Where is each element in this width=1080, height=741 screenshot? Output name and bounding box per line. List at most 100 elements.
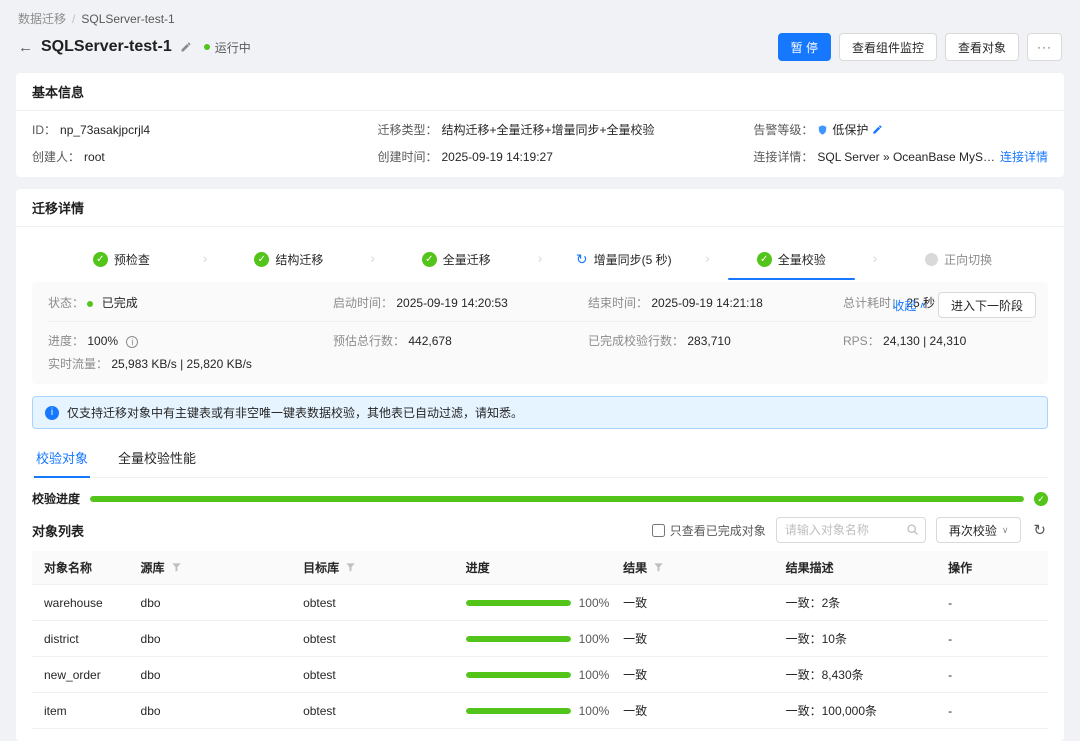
chevron-right-icon: › [703, 251, 712, 266]
step-schema-migration[interactable]: ✓ 结构迁移 [209, 251, 368, 280]
cell-action: - [936, 585, 1048, 621]
cell-object-name: warehouse [32, 585, 129, 621]
cell-result: 一致 [611, 657, 774, 693]
breadcrumb-separator: / [72, 12, 75, 26]
filter-icon[interactable] [171, 562, 182, 573]
breadcrumb: 数据迁移/SQLServer-test-1 [0, 0, 1080, 33]
field-connection: 连接详情 SQL Server » OceanBase MySQL M... 连… [753, 148, 1048, 165]
step-full-migration[interactable]: ✓ 全量迁移 [377, 251, 536, 280]
cell-source-db: dbo [129, 693, 292, 729]
breadcrumb-parent[interactable]: 数据迁移 [18, 12, 66, 26]
page-header: ← SQLServer-test-1 运行中 暂 停 查看组件监控 查看对象 ·… [0, 33, 1080, 73]
back-icon[interactable]: ← [18, 39, 33, 56]
cell-result-desc: 一致：100,000条 [774, 693, 937, 729]
col-result-desc: 结果描述 [774, 551, 937, 585]
object-list-header: 对象列表 只查看已完成对象 再次校验 ∨ ↻ [32, 517, 1048, 543]
refresh-button[interactable]: ↻ [1031, 523, 1048, 538]
table-row[interactable]: new_order dbo obtest 100% 一致 一致：8,430条 - [32, 657, 1048, 693]
tab-verify-objects[interactable]: 校验对象 [34, 439, 90, 478]
cell-source-db: dbo [129, 621, 292, 657]
completed-only-filter[interactable]: 只查看已完成对象 [652, 522, 766, 539]
panel-progress-traffic: 进度 100% i 实时流量 25,983 KB/s | 25,820 KB/s [48, 332, 333, 372]
cell-action: - [936, 621, 1048, 657]
check-circle-icon: ✓ [93, 252, 108, 267]
search-icon[interactable] [906, 523, 919, 539]
cell-action: - [936, 657, 1048, 693]
object-table: 对象名称 源库 目标库 进度 结果 结果描述 操作 warehouse dbo … [32, 551, 1048, 729]
more-button[interactable]: ··· [1027, 33, 1062, 61]
tabs: 校验对象 全量校验性能 [32, 439, 1048, 478]
status-badge: 运行中 [204, 39, 251, 56]
edit-title-icon[interactable] [180, 41, 192, 53]
field-alarm-level: 告警等级 低保护 [753, 121, 1048, 138]
pending-circle-icon [925, 253, 938, 266]
search-box [776, 517, 926, 543]
cell-result: 一致 [611, 693, 774, 729]
object-list-title: 对象列表 [32, 521, 84, 540]
step-incremental-sync[interactable]: ↻ 增量同步(5 秒) [544, 251, 703, 280]
completed-only-checkbox[interactable] [652, 524, 665, 537]
recheck-button[interactable]: 再次校验 ∨ [936, 517, 1022, 543]
status-dot [87, 301, 93, 307]
cell-result-desc: 一致：2条 [774, 585, 937, 621]
pause-button[interactable]: 暂 停 [778, 33, 831, 61]
status-panel: 收起 ∧ 进入下一阶段 状态 已完成 启动时间 2025-09-19 14:20… [32, 282, 1048, 384]
connection-detail-link[interactable]: 连接详情 [1000, 148, 1048, 165]
panel-start-time: 启动时间 2025-09-19 14:20:53 [333, 294, 588, 311]
field-creator: 创建人 root [32, 148, 377, 165]
cell-target-db: obtest [291, 657, 454, 693]
banner-text: 仅支持迁移对象中有主键表或有非空唯一键表数据校验，其他表已自动过滤，请知悉。 [67, 404, 523, 421]
cell-action: - [936, 693, 1048, 729]
cell-result: 一致 [611, 585, 774, 621]
sync-icon: ↻ [576, 252, 588, 267]
view-objects-button[interactable]: 查看对象 [945, 33, 1019, 61]
panel-rps: RPS 24,130 | 24,310 [843, 332, 1032, 349]
col-target: 目标库 [291, 551, 454, 585]
table-row[interactable]: warehouse dbo obtest 100% 一致 一致：2条 - [32, 585, 1048, 621]
field-created-time: 创建时间 2025-09-19 14:19:27 [377, 148, 753, 165]
filter-icon[interactable] [345, 562, 356, 573]
status-text: 运行中 [215, 39, 251, 56]
chevron-right-icon: › [871, 251, 880, 266]
cell-progress: 100% [454, 585, 611, 621]
cell-source-db: dbo [129, 657, 292, 693]
migration-steps: ✓ 预检查 › ✓ 结构迁移 › ✓ 全量迁移 › ↻ 增量同步(5 秒) › … [32, 237, 1048, 280]
cell-progress: 100% [454, 693, 611, 729]
cell-result-desc: 一致：8,430条 [774, 657, 937, 693]
edit-alarm-icon[interactable] [872, 124, 883, 135]
chevron-right-icon: › [536, 251, 545, 266]
table-row[interactable]: item dbo obtest 100% 一致 一致：100,000条 - [32, 693, 1048, 729]
info-circle-icon[interactable]: i [126, 336, 138, 348]
collapse-link[interactable]: 收起 ∧ [892, 297, 926, 314]
status-dot [204, 44, 210, 50]
info-banner: i 仅支持迁移对象中有主键表或有非空唯一键表数据校验，其他表已自动过滤，请知悉。 [32, 396, 1048, 429]
cell-object-name: new_order [32, 657, 129, 693]
step-forward-switch[interactable]: 正向切换 [879, 251, 1038, 280]
chevron-right-icon: › [201, 251, 210, 266]
cell-source-db: dbo [129, 585, 292, 621]
cell-result-desc: 一致：10条 [774, 621, 937, 657]
col-result: 结果 [611, 551, 774, 585]
field-migration-type: 迁移类型 结构迁移+全量迁移+增量同步+全量校验 [377, 121, 753, 138]
next-stage-button[interactable]: 进入下一阶段 [938, 292, 1036, 318]
step-full-verification[interactable]: ✓ 全量校验 [712, 251, 871, 280]
shield-icon [817, 124, 828, 136]
cell-progress: 100% [454, 657, 611, 693]
page-title: SQLServer-test-1 [41, 38, 172, 56]
panel-estimated-rows: 预估总行数 442,678 [333, 332, 588, 349]
cell-target-db: obtest [291, 693, 454, 729]
panel-end-time: 结束时间 2025-09-19 14:21:18 [588, 294, 843, 311]
check-circle-icon: ✓ [422, 252, 437, 267]
chevron-down-icon: ∨ [1002, 525, 1009, 536]
table-row[interactable]: district dbo obtest 100% 一致 一致：10条 - [32, 621, 1048, 657]
verify-progress: 校验进度 ✓ [32, 490, 1048, 507]
view-component-monitor-button[interactable]: 查看组件监控 [839, 33, 937, 61]
filter-icon[interactable] [653, 562, 664, 573]
search-input[interactable] [776, 517, 926, 543]
tab-verify-performance[interactable]: 全量校验性能 [116, 439, 198, 477]
check-circle-icon: ✓ [757, 252, 772, 267]
table-header-row: 对象名称 源库 目标库 进度 结果 结果描述 操作 [32, 551, 1048, 585]
step-precheck[interactable]: ✓ 预检查 [42, 251, 201, 280]
col-source: 源库 [129, 551, 292, 585]
panel-verified-rows: 已完成校验行数 283,710 [588, 332, 843, 349]
